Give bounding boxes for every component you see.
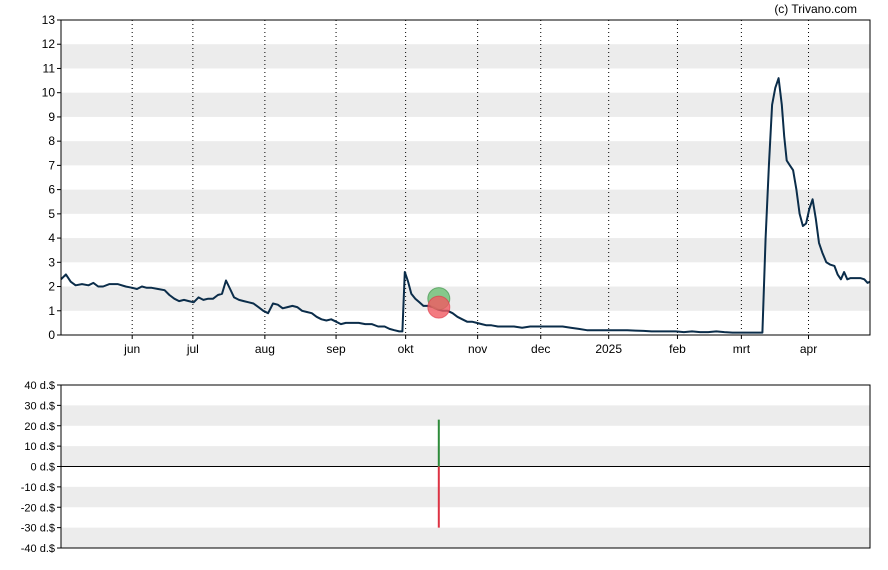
x-tick-label: feb — [669, 342, 686, 356]
result-y-tick-label: 30 d.$ — [24, 400, 55, 412]
x-tick-label: aug — [255, 342, 275, 356]
y-tick-label: 0 — [48, 328, 55, 342]
result-y-tick-label: -40 d.$ — [21, 543, 55, 555]
x-tick-label: okt — [398, 342, 415, 356]
x-tick-label: apr — [800, 342, 817, 356]
chart-container: 0 1 2 3 4 5 6 7 8 9 10 11 12 13 jun jul aug sep okt nov dec… — [0, 0, 888, 565]
y-tick-label: 13 — [42, 13, 56, 27]
result-y-tick-label: 40 d.$ — [24, 380, 55, 392]
copyright-text: (c) Trivano.com — [774, 2, 857, 16]
y-tick-label: 11 — [43, 61, 56, 75]
price-band — [61, 141, 870, 166]
price-band — [61, 92, 870, 117]
y-tick-label: 9 — [48, 110, 55, 124]
x-tick-label: jul — [186, 342, 199, 356]
y-tick-label: 7 — [48, 158, 55, 172]
x-tick-label: sep — [326, 342, 346, 356]
price-chart-signals — [427, 287, 451, 319]
result-y-tick-label: 0 d.$ — [31, 462, 55, 474]
result-y-tick-label: -30 d.$ — [21, 523, 55, 535]
price-chart-x-axis: jun jul aug sep okt nov dec 2025 feb mrt apr — [123, 335, 817, 356]
chart-svg: 012345678910111213 jun jul aug sep okt nov dec… — [21, 2, 871, 555]
result-band — [61, 486, 870, 508]
result-chart-y-axis: 40 d.$ 30 d.$ 20 d.$ 10 d.$ 0 d.$ -10 d.$ -20 … — [21, 380, 61, 555]
price-band — [61, 286, 870, 311]
result-chart-bands — [61, 405, 870, 548]
y-tick-label: 8 — [48, 134, 55, 148]
price-chart-bands — [61, 44, 870, 311]
y-tick-label: 12 — [42, 37, 56, 51]
result-y-tick-label: 10 d.$ — [24, 441, 55, 453]
x-tick-label: mrt — [733, 342, 751, 356]
result-band — [61, 527, 870, 548]
price-band — [61, 44, 870, 69]
y-tick-label: 5 — [48, 207, 55, 221]
y-tick-label: 6 — [48, 183, 55, 197]
y-tick-label: 10 — [42, 86, 56, 100]
result-y-tick-label: -10 d.$ — [21, 482, 55, 494]
result-y-tick-label: -20 d.$ — [21, 502, 55, 514]
price-band — [61, 238, 870, 263]
x-tick-label: dec — [531, 342, 550, 356]
price-band — [61, 189, 870, 214]
sell-signal-marker — [427, 295, 451, 319]
result-band — [61, 405, 870, 426]
x-tick-label: jun — [123, 342, 140, 356]
price-chart-y-axis: 012345678910111213 — [42, 13, 61, 342]
result-y-tick-label: 20 d.$ — [24, 421, 55, 433]
x-tick-label: 2025 — [595, 342, 622, 356]
y-tick-label: 1 — [48, 304, 55, 318]
result-band — [61, 446, 870, 467]
y-tick-label: 2 — [48, 280, 55, 294]
y-tick-label: 3 — [48, 255, 55, 269]
y-tick-label: 4 — [48, 231, 55, 245]
x-tick-label: nov — [468, 342, 487, 356]
